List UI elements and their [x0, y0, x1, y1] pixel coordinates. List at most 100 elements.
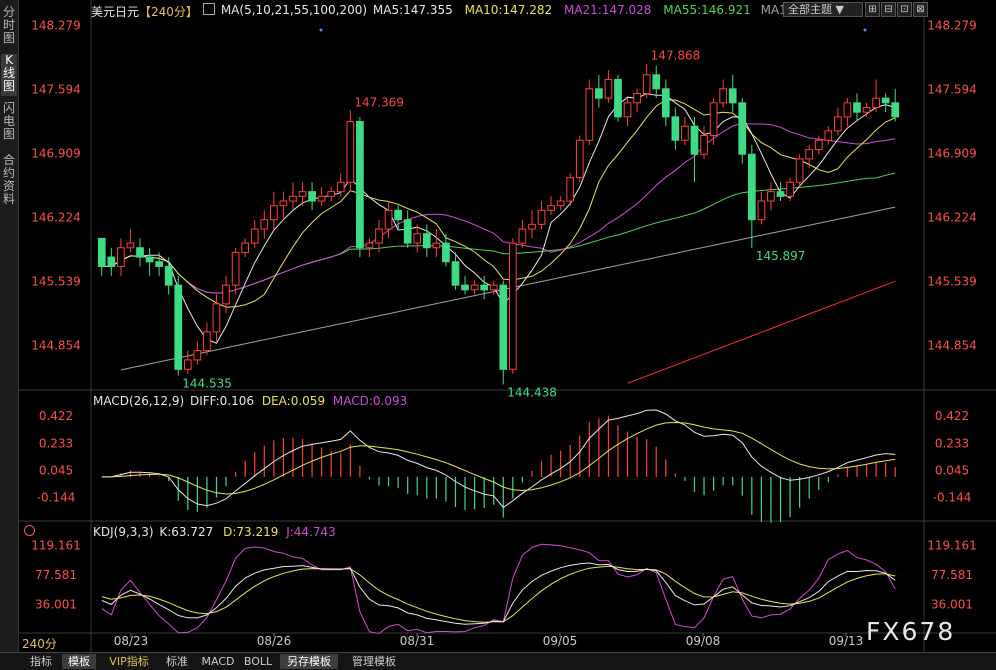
candle-body [853, 102, 861, 113]
candle-body [719, 88, 727, 104]
candle-body [776, 191, 785, 197]
theme-selector[interactable]: 全部主题 ▼ [783, 2, 863, 17]
window-btn-4[interactable]: ⊠ [913, 2, 928, 17]
candle-body [327, 191, 336, 197]
window-btn-3[interactable]: ⊡ [897, 2, 912, 17]
candle-body [623, 102, 632, 118]
candle-body [642, 74, 651, 94]
tab-vip-indicators[interactable]: VIP指标 [104, 654, 154, 669]
candle-body [336, 181, 345, 193]
candle-body [164, 265, 173, 286]
save-template-button[interactable]: 另存模板 [280, 654, 338, 669]
candle-body [212, 303, 221, 333]
tab-standard[interactable]: 标准 [162, 654, 192, 669]
macd-value: MACD:0.093 [332, 394, 408, 408]
window-btn-2[interactable]: ⊟ [881, 2, 896, 17]
candle-body [652, 74, 661, 90]
candle-body [470, 284, 479, 291]
candle-body [442, 242, 450, 263]
macd-axis-left-label: -0.144 [37, 491, 76, 505]
candle-body [767, 191, 775, 202]
candle-body [136, 247, 144, 258]
candle-body [489, 284, 498, 291]
kdj-axis-right-label: 119.161 [927, 539, 977, 553]
instrument-title: 美元日元【240分】 [91, 3, 198, 20]
kdj-axis-right-label: 36.001 [931, 598, 973, 612]
tab-indicators[interactable]: 指标 [26, 654, 56, 669]
candle-body [107, 256, 116, 267]
candle-body [499, 284, 508, 370]
ma-toggle-icon[interactable] [203, 3, 215, 15]
kdj-j: J:44.743 [286, 525, 336, 539]
date-axis-label: 08/23 [114, 634, 149, 648]
candle-body [872, 97, 880, 109]
candle-body [289, 195, 297, 202]
instrument-name: 美元日元 [91, 5, 140, 19]
candle-body [97, 237, 106, 267]
candle-body [231, 251, 240, 286]
candle-body [260, 219, 269, 230]
ma-legend: MA(5,10,21,55,100,200) MA5:147.355 MA10:… [203, 3, 802, 17]
candle-body [518, 228, 527, 244]
ma-label: MA(5,10,21,55,100,200) [220, 3, 368, 17]
event-marker-icon [863, 28, 867, 32]
candle-body [174, 284, 183, 370]
candle-body [403, 219, 412, 244]
kdj-label: KDJ(9,3,3) [93, 525, 154, 539]
extreme-price-label: 147.868 [651, 49, 701, 63]
candle-body [709, 102, 718, 137]
candle-body [556, 200, 565, 207]
candle-body [346, 121, 355, 183]
kdj-axis-left-label: 77.581 [35, 568, 77, 582]
kdj-settings-icon[interactable] [24, 525, 35, 536]
price-axis-left-label: 144.854 [31, 339, 81, 353]
candle-body [375, 228, 383, 244]
candle-body [432, 242, 441, 249]
macd-axis-right-label: 0.422 [935, 409, 969, 423]
candle-body [671, 116, 680, 141]
candle-body [270, 205, 278, 221]
kdj-d: D:73.219 [223, 525, 279, 539]
price-axis-right-label: 146.909 [927, 146, 977, 160]
candle-body [422, 233, 431, 249]
candle-body [183, 359, 192, 370]
candle-body [528, 223, 536, 230]
event-marker-icon [319, 28, 323, 32]
candle-body [308, 191, 316, 202]
candle-body [681, 125, 689, 141]
date-axis-label: 08/31 [400, 634, 435, 648]
ma21-value: MA21:147.028 [563, 3, 652, 17]
ma5-value: MA5:147.355 [372, 3, 453, 17]
watermark-logo: FX678 [866, 617, 956, 646]
candle-body [566, 177, 575, 202]
window-btn-1[interactable]: ⊞ [865, 2, 880, 17]
ma10-value: MA10:147.282 [464, 3, 553, 17]
extreme-price-label: 144.535 [182, 376, 232, 390]
macd-label: MACD(26,12,9) [93, 394, 185, 408]
candle-body [891, 102, 900, 118]
macd-axis-left-label: 0.422 [39, 409, 73, 423]
candle-body [595, 88, 603, 99]
candle-body [585, 88, 594, 141]
candle-body [738, 102, 747, 155]
price-axis-left-label: 147.594 [31, 82, 81, 96]
candle-body [193, 350, 202, 361]
tab-macd[interactable]: MACD [200, 654, 236, 669]
candle-body [508, 242, 517, 370]
kdj-axis-right-label: 77.581 [931, 568, 973, 582]
chart-canvas[interactable]: 148.279 148.279 147.594 147.594 146.909 146.9… [0, 0, 996, 652]
period-tag[interactable]: 240分 [22, 635, 57, 652]
price-axis-left-label: 145.539 [31, 275, 81, 289]
candle-body [661, 88, 670, 118]
candle-body [203, 331, 211, 352]
candle-body [881, 97, 890, 104]
candle-body [413, 233, 422, 244]
candle-body [298, 191, 307, 197]
tab-boll[interactable]: BOLL [242, 654, 274, 669]
price-axis-left-label: 146.909 [31, 146, 81, 160]
manage-templates-button[interactable]: 管理模板 [346, 654, 402, 669]
candle-body [843, 102, 852, 118]
candle-body [834, 116, 842, 132]
tab-templates[interactable]: 模板 [62, 654, 96, 669]
date-axis-label: 09/08 [686, 634, 721, 648]
